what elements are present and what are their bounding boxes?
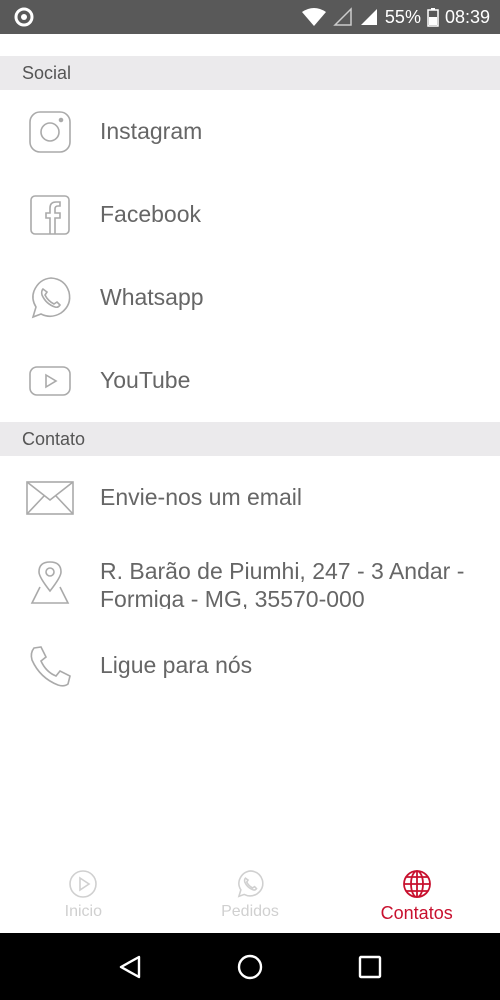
signal-empty-icon: [333, 7, 353, 27]
map-pin-icon: [24, 556, 76, 608]
play-icon: [68, 869, 98, 899]
list-item-whatsapp[interactable]: Whatsapp: [0, 256, 500, 339]
system-nav-bar: [0, 933, 500, 1000]
globe-icon: [402, 869, 432, 899]
list-item-label: Ligue para nós: [100, 652, 253, 678]
list-item-address[interactable]: R. Barão de Piumhi, 247 - 3 Andar - Form…: [0, 539, 500, 624]
battery-icon: [427, 7, 439, 27]
section-header-social: Social: [0, 56, 500, 90]
list-item-youtube[interactable]: YouTube: [0, 339, 500, 422]
recents-icon[interactable]: [350, 947, 390, 987]
contacts-list: Social Instagram Facebook Whatsapp YouTu…: [0, 34, 500, 707]
list-item-label: Whatsapp: [100, 284, 204, 310]
tab-label: Pedidos: [221, 903, 279, 920]
facebook-icon: [24, 189, 76, 241]
phone-icon: [24, 640, 76, 692]
tab-label: Contatos: [380, 903, 453, 923]
list-item-phone[interactable]: Ligue para nós: [0, 624, 500, 707]
list-item-email[interactable]: Envie-nos um email: [0, 456, 500, 539]
tab-pedidos[interactable]: Pedidos: [167, 859, 334, 933]
signal-icon: [359, 7, 379, 27]
list-item-facebook[interactable]: Facebook: [0, 173, 500, 256]
wifi-icon: [301, 7, 327, 27]
list-item-label: Envie-nos um email: [100, 484, 302, 510]
email-icon: [24, 472, 76, 524]
address-label: R. Barão de Piumhi, 247 - 3 Andar - Form…: [100, 558, 465, 609]
list-item-label: Instagram: [100, 118, 203, 144]
bottom-tab-bar: Inicio Pedidos Contatos: [0, 859, 500, 933]
notification-icon: [14, 7, 34, 27]
instagram-icon: [24, 106, 76, 158]
tab-inicio[interactable]: Inicio: [0, 859, 167, 933]
section-header-contato: Contato: [0, 422, 500, 456]
whatsapp-icon: [235, 869, 265, 899]
battery-percent: 55%: [384, 6, 421, 27]
clock: 08:39: [444, 6, 490, 27]
section-title: Social: [22, 62, 72, 83]
list-item-label: Facebook: [100, 201, 202, 227]
youtube-icon: [24, 355, 76, 407]
tab-label: Inicio: [64, 903, 103, 920]
home-icon[interactable]: [230, 947, 270, 987]
list-item-label: YouTube: [100, 367, 191, 393]
section-title: Contato: [22, 428, 86, 449]
whatsapp-icon: [24, 272, 76, 324]
back-icon[interactable]: [110, 947, 150, 987]
list-item-instagram[interactable]: Instagram: [0, 90, 500, 173]
tab-contatos[interactable]: Contatos: [333, 859, 500, 933]
status-bar: 55% 08:39: [0, 0, 500, 34]
